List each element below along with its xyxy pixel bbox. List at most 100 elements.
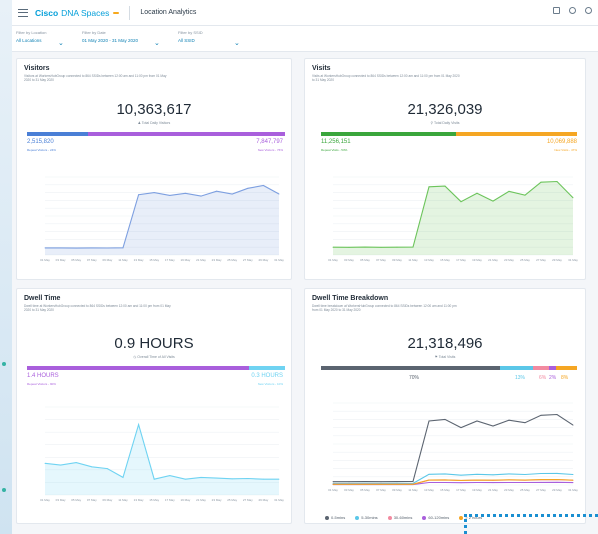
- apps-icon[interactable]: [553, 7, 560, 14]
- brand-logo[interactable]: Cisco DNA Spaces: [35, 7, 120, 18]
- legend-item[interactable]: 5-30mins: [355, 515, 378, 520]
- beta-badge: [113, 11, 120, 14]
- data-point: [556, 481, 558, 483]
- data-point: [508, 190, 510, 192]
- repeat-visitors-value: 2,515,820: [27, 139, 54, 145]
- data-point: [332, 246, 334, 248]
- data-point: [184, 192, 186, 194]
- data-point: [380, 483, 382, 485]
- average-dwell-value: 0.9 HOURS: [114, 335, 194, 352]
- filter-ssid-value: All SSID: [178, 38, 195, 43]
- total-visits-label: ⚲ Total Daily Visits: [305, 121, 585, 125]
- x-tick-label: 15 May: [440, 488, 450, 492]
- x-tick-label: 21 May: [196, 258, 206, 262]
- data-point: [460, 482, 462, 484]
- x-tick-label: 01 May: [328, 488, 338, 492]
- chevron-down-icon[interactable]: ⌄: [154, 40, 160, 47]
- selection-highlight: [464, 514, 598, 534]
- dwell-time-card: Dwell Time Dwell time at WorkersHubGroup…: [16, 288, 292, 524]
- hamburger-menu-icon[interactable]: [18, 8, 28, 18]
- data-point: [75, 462, 77, 464]
- new-visits-label: New Visits - 47%: [554, 148, 577, 152]
- chevron-down-icon[interactable]: ⌄: [58, 40, 64, 47]
- repeat-visits-label: Repeat Visits - 53%: [321, 148, 348, 152]
- data-point: [572, 424, 574, 426]
- x-tick-label: 15 May: [149, 258, 159, 262]
- data-point: [444, 482, 446, 483]
- legend-item[interactable]: 60-120mins: [422, 515, 449, 520]
- data-point: [138, 194, 140, 196]
- x-tick-label: 07 May: [376, 258, 386, 262]
- x-tick-label: 09 May: [102, 258, 112, 262]
- user-account-icon[interactable]: [585, 7, 592, 14]
- data-point: [60, 247, 62, 249]
- data-point: [412, 481, 414, 482]
- x-tick-label: 09 May: [102, 498, 112, 502]
- x-tick-label: 23 May: [212, 258, 222, 262]
- data-point: [169, 475, 171, 477]
- x-tick-label: 31 May: [274, 498, 284, 502]
- x-tick-label: 17 May: [165, 498, 175, 502]
- total-label-text: Overall Time of All Visits: [137, 355, 175, 359]
- legend-item[interactable]: 0-5mins: [325, 515, 345, 520]
- total-breakdown-value: 21,318,496: [407, 335, 483, 352]
- data-point: [396, 481, 398, 483]
- data-point: [508, 482, 510, 483]
- dwell-breakdown-chart: 01 May 03 May 05 May 07 May 09 May 11 May 13 M…: [309, 397, 581, 503]
- data-point: [200, 476, 202, 478]
- data-point: [364, 246, 366, 248]
- x-tick-label: 11 May: [118, 498, 128, 502]
- x-tick-label: 05 May: [71, 498, 81, 502]
- filter-date[interactable]: Filter by Date 01 May 2020 - 31 May 2020…: [82, 30, 160, 47]
- legend-label: 30-60mins: [393, 515, 413, 520]
- legend-swatch: [355, 515, 360, 520]
- x-tick-label: 31 May: [568, 258, 578, 262]
- new-dwell-bar: [249, 366, 285, 370]
- average-dwell-label: ◷ Overall Time of All Visits: [17, 355, 291, 359]
- breakdown-segment-4: [556, 366, 577, 370]
- x-tick-label: 03 May: [344, 488, 354, 492]
- data-point: [364, 481, 366, 483]
- segment-pct-60-120mins: 2%: [549, 375, 557, 381]
- x-tick-label: 17 May: [456, 258, 466, 262]
- settings-icon[interactable]: [569, 7, 576, 14]
- data-point: [380, 246, 382, 248]
- data-point: [60, 464, 62, 466]
- legend-item[interactable]: 30-60mins: [387, 515, 413, 520]
- person-icon: ♟: [137, 121, 141, 125]
- x-tick-label: 01 May: [328, 258, 338, 262]
- top-bar: Cisco DNA Spaces Location Analytics: [12, 0, 598, 26]
- brand-primary: Cisco: [35, 7, 59, 18]
- visitors-chart: 01 May 03 May 05 May 07 May 09 May 11 May 13 M…: [21, 169, 287, 273]
- card-description: Dwell time at WorkersHubGroup connected …: [24, 304, 171, 312]
- x-tick-label: 25 May: [227, 258, 237, 262]
- repeat-dwell-value: 1.4 HOURS: [27, 373, 59, 379]
- card-description: Visits at WorkersHubGroup connected to 8…: [312, 74, 460, 82]
- data-point: [428, 482, 430, 483]
- data-point: [572, 482, 574, 484]
- new-visitors-bar: [88, 132, 285, 136]
- data-point: [364, 483, 366, 485]
- filter-ssid[interactable]: Filter by SSID All SSID ⌄: [178, 30, 240, 47]
- chevron-down-icon[interactable]: ⌄: [234, 40, 240, 47]
- total-visitors-value: 10,363,617: [116, 101, 192, 118]
- x-tick-label: 27 May: [536, 258, 546, 262]
- filter-location[interactable]: Filter by Location All Locations ⌄: [16, 30, 64, 47]
- data-point: [106, 247, 108, 249]
- chart-svg: 01 May 03 May 05 May 07 May 09 May 11 May 13 M…: [40, 406, 284, 502]
- data-point: [524, 422, 526, 424]
- data-point: [138, 424, 140, 426]
- data-point: [476, 192, 478, 194]
- x-tick-label: 13 May: [424, 258, 434, 262]
- data-point: [122, 247, 124, 249]
- data-point: [262, 185, 264, 186]
- legend-label: 5-30mins: [361, 515, 378, 520]
- x-tick-label: 13 May: [134, 258, 144, 262]
- data-point: [508, 419, 510, 421]
- filter-bar: Filter by Location All Locations ⌄ Filte…: [12, 26, 598, 52]
- data-point: [332, 483, 334, 485]
- repeat-dwell-label: Repeat Visitors - 90%: [27, 382, 56, 386]
- data-point: [540, 479, 542, 481]
- card-description: Dwell time breakdown at WorkersHubGroup …: [312, 304, 457, 312]
- total-visits-value: 21,326,039: [407, 101, 483, 118]
